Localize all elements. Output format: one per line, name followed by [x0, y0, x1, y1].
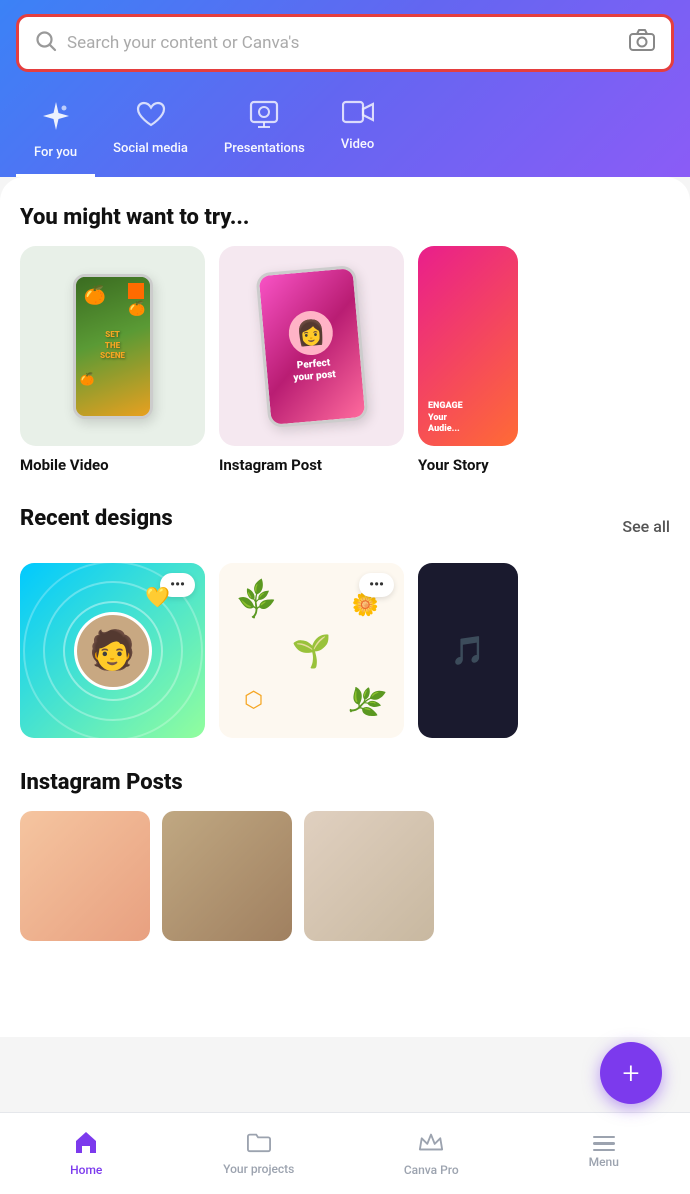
tab-social-media[interactable]: Social media	[95, 92, 206, 177]
insta-thumbnails-row	[20, 811, 670, 941]
bottom-nav-menu-label: Menu	[589, 1155, 619, 1169]
try-section: You might want to try... 🍊 🍊	[20, 205, 670, 474]
tab-for-you[interactable]: For you	[16, 92, 95, 177]
header: Search your content or Canva's For you	[0, 0, 690, 177]
search-icon	[35, 30, 57, 57]
bottom-nav-projects[interactable]: Your projects	[173, 1130, 346, 1176]
menu-icon	[593, 1136, 615, 1152]
folder-icon	[247, 1130, 271, 1158]
tab-video-label: Video	[341, 137, 374, 152]
try-card-mobile-video-img: 🍊 🍊 🍊 SETTHESCENE	[20, 246, 205, 446]
plus-icon: +	[623, 1056, 640, 1091]
camera-icon[interactable]	[629, 29, 655, 57]
bottom-nav-home-label: Home	[70, 1163, 102, 1177]
insta-thumb-2[interactable]	[162, 811, 292, 941]
bottom-nav-menu[interactable]: Menu	[518, 1136, 690, 1170]
phone-mockup-insta: 👩 Perfectyour post	[255, 264, 368, 427]
phone-mockup-mobile-video: 🍊 🍊 🍊 SETTHESCENE	[73, 274, 153, 419]
tab-presentations[interactable]: Presentations	[206, 92, 323, 177]
woman-avatar: 👩	[286, 308, 334, 356]
perfect-post-text: Perfectyour post	[291, 356, 335, 384]
try-card-instagram-post-label: Instagram Post	[219, 456, 404, 474]
search-bar[interactable]: Search your content or Canva's	[16, 14, 674, 72]
presentation-icon	[249, 100, 279, 135]
create-fab[interactable]: +	[600, 1042, 662, 1104]
profile-avatar: 🧑	[74, 612, 152, 690]
tab-video[interactable]: Video	[323, 92, 392, 177]
bottom-nav-projects-label: Your projects	[223, 1162, 294, 1176]
insta-thumb-1[interactable]	[20, 811, 150, 941]
video-icon	[342, 100, 374, 131]
try-card-mobile-video[interactable]: 🍊 🍊 🍊 SETTHESCENE Mobile Video	[20, 246, 205, 474]
instagram-posts-title: Instagram Posts	[20, 770, 670, 795]
crown-icon	[418, 1129, 444, 1159]
tab-for-you-label: For you	[34, 145, 77, 160]
try-card-instagram-post-img: 👩 Perfectyour post	[219, 246, 404, 446]
try-card-mobile-video-label: Mobile Video	[20, 456, 205, 474]
recent-card-dark[interactable]: 🎵	[418, 563, 518, 738]
see-all-button[interactable]: See all	[622, 517, 670, 536]
story-preview: ENGAGEYourAudie...	[418, 246, 518, 446]
sparkle-icon	[40, 100, 72, 139]
heart-icon	[136, 100, 166, 135]
bottom-nav-canva-pro[interactable]: Canva Pro	[345, 1129, 518, 1177]
insta-thumb-3[interactable]	[304, 811, 434, 941]
try-card-your-story-label: Your Story	[418, 456, 518, 474]
nav-tabs: For you Social media Presentations	[16, 92, 674, 177]
recent-card-plant-more[interactable]: •••	[359, 573, 394, 597]
recent-section-title: Recent designs	[20, 506, 173, 531]
recent-card-profile[interactable]: 💛 🧑 •••	[20, 563, 205, 738]
instagram-posts-section: Instagram Posts	[20, 770, 670, 941]
try-section-title: You might want to try...	[20, 205, 670, 230]
try-cards-row: 🍊 🍊 🍊 SETTHESCENE Mobile Video	[20, 246, 670, 474]
search-placeholder: Search your content or Canva's	[67, 33, 619, 53]
phone-screen-insta: 👩 Perfectyour post	[258, 268, 365, 425]
try-card-your-story[interactable]: ENGAGEYourAudie... Your Story	[418, 246, 518, 474]
bottom-nav: Home Your projects Canva Pro Menu	[0, 1112, 690, 1194]
recent-section: Recent designs See all 💛 🧑	[20, 506, 670, 738]
phone-screen-mv: 🍊 🍊 🍊 SETTHESCENE	[76, 277, 150, 416]
bottom-nav-home[interactable]: Home	[0, 1129, 173, 1177]
recent-card-plant[interactable]: 🌿 🌿 🌼 ⬡ 🌱 •••	[219, 563, 404, 738]
recent-section-header: Recent designs See all	[20, 506, 670, 547]
bottom-nav-canva-pro-label: Canva Pro	[404, 1163, 459, 1177]
main-content: You might want to try... 🍊 🍊	[0, 177, 690, 1037]
try-card-your-story-img: ENGAGEYourAudie...	[418, 246, 518, 446]
tab-social-media-label: Social media	[113, 141, 188, 156]
home-icon	[73, 1129, 99, 1159]
recent-cards-row: 💛 🧑 ••• 🌿 🌿 🌼 ⬡ 🌱	[20, 563, 670, 738]
dark-card-bg: 🎵	[418, 563, 518, 738]
try-card-instagram-post[interactable]: 👩 Perfectyour post Instagram Post	[219, 246, 404, 474]
tab-presentations-label: Presentations	[224, 141, 305, 156]
